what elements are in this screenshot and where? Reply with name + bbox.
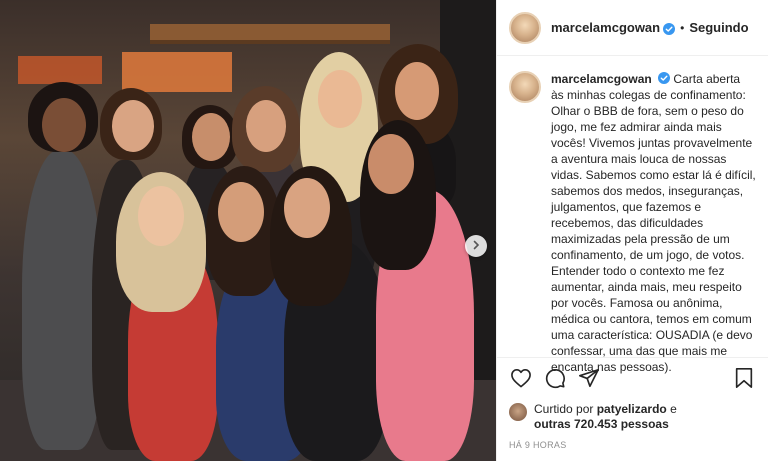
avatar[interactable]: [509, 11, 541, 44]
comment-button[interactable]: [543, 368, 567, 392]
likes-middle: e: [666, 402, 677, 416]
photo-head: [284, 178, 330, 238]
likes-summary: Curtido por patyelizardo e outras 720.45…: [509, 402, 756, 432]
share-icon: [578, 367, 600, 394]
photo-head: [368, 134, 414, 194]
likes-text: Curtido por patyelizardo e outras 720.45…: [534, 402, 677, 432]
comment-icon: [544, 367, 566, 394]
post-photo[interactable]: [0, 0, 496, 461]
photo-head: [138, 186, 184, 246]
save-button[interactable]: [732, 367, 756, 394]
photo-head: [112, 100, 154, 152]
likes-count-link[interactable]: outras 720.453 pessoas: [534, 417, 669, 431]
photo-head: [318, 70, 362, 128]
header-separator: •: [680, 20, 685, 35]
avatar[interactable]: [509, 71, 541, 103]
photo-shelf: [150, 24, 390, 44]
following-button[interactable]: Seguindo: [689, 20, 748, 35]
caption: marcelamcgowan Carta aberta às minhas co…: [551, 71, 756, 374]
next-photo-button[interactable]: [465, 235, 487, 257]
photo-sign: [18, 56, 102, 84]
photo-head: [395, 62, 439, 120]
action-icons: [509, 366, 756, 394]
post-timestamp[interactable]: HÁ 9 HORAS: [509, 440, 756, 450]
action-bar: Curtido por patyelizardo e outras 720.45…: [497, 357, 768, 461]
verified-badge-icon: [658, 72, 671, 84]
photo-head: [192, 113, 230, 161]
heart-icon: [510, 368, 532, 393]
post-header: marcelamcgowan • Seguindo: [497, 0, 768, 56]
verified-badge-icon: [663, 22, 676, 35]
share-button[interactable]: [577, 368, 601, 392]
avatar[interactable]: [509, 403, 527, 421]
post-side-panel: marcelamcgowan • Seguindo marcelamcgowan…: [496, 0, 768, 461]
photo-sign: [122, 52, 232, 92]
photo-head: [218, 182, 264, 242]
likes-prefix: Curtido por: [534, 402, 597, 416]
like-button[interactable]: [509, 368, 533, 392]
caption-text: Carta aberta às minhas colegas de confin…: [551, 72, 756, 374]
header-username[interactable]: marcelamcgowan: [551, 20, 660, 35]
caption-section: marcelamcgowan Carta aberta às minhas co…: [497, 57, 768, 374]
photo-person: [22, 150, 102, 450]
caption-username[interactable]: marcelamcgowan: [551, 72, 652, 86]
bookmark-icon: [734, 367, 754, 394]
chevron-right-icon: [471, 237, 481, 255]
photo-head: [246, 100, 286, 152]
photo-head: [42, 98, 86, 152]
liker-username[interactable]: patyelizardo: [597, 402, 667, 416]
